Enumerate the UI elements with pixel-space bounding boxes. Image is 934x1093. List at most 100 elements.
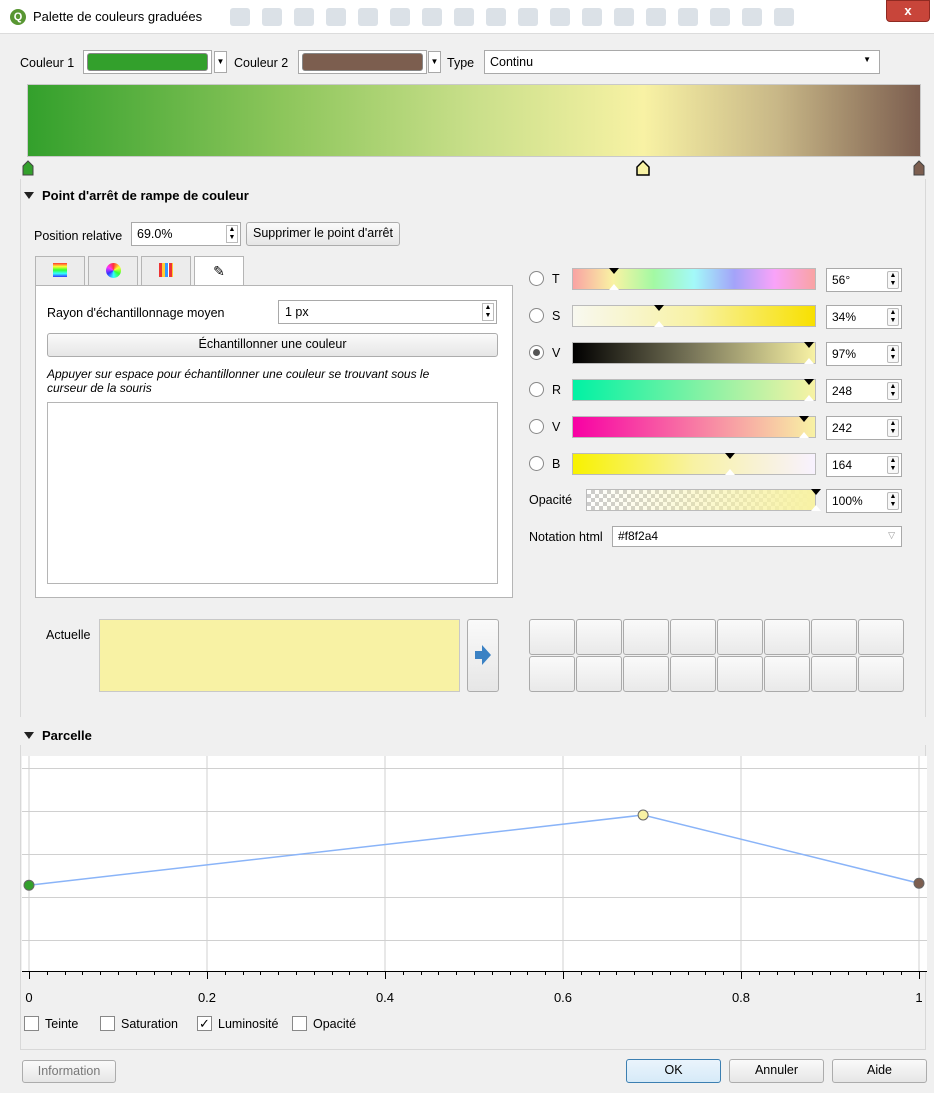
tab-picker[interactable]: ✎ — [194, 256, 244, 287]
html-notation-field[interactable]: #f8f2a4 ▽ — [612, 526, 902, 547]
color2-dropdown[interactable]: ▼ — [428, 51, 441, 73]
plot-area[interactable] — [22, 756, 927, 971]
x-minor-tick — [242, 971, 244, 975]
channel-spinbox[interactable]: 97% ▲ ▼ — [826, 342, 902, 366]
swatch-cell[interactable] — [529, 656, 575, 692]
color1-dropdown[interactable]: ▼ — [214, 51, 227, 73]
spin-arrows-icon[interactable]: ▲ ▼ — [887, 271, 899, 289]
plot-point[interactable] — [637, 809, 649, 821]
tab-wheel[interactable] — [88, 256, 138, 286]
swatch-cell[interactable] — [576, 656, 622, 692]
channel-slider[interactable] — [572, 342, 816, 364]
swatch-cell[interactable] — [670, 619, 716, 655]
tab-ramp[interactable] — [35, 256, 85, 286]
opacity-label: Opacité — [529, 493, 573, 507]
spin-arrows-icon[interactable]: ▲ ▼ — [887, 345, 899, 363]
x-minor-tick — [491, 971, 493, 975]
spin-arrows-icon[interactable]: ▲ ▼ — [482, 303, 494, 321]
x-minor-tick — [135, 971, 137, 975]
plot-checkbox[interactable] — [100, 1016, 115, 1031]
spin-arrows-icon[interactable]: ▲ ▼ — [887, 419, 899, 437]
sampler-hint: Appuyer sur espace pour échantillonner u… — [47, 367, 430, 395]
swatch-cell[interactable] — [717, 619, 763, 655]
spin-arrows-icon[interactable]: ▲ ▼ — [887, 382, 899, 400]
channel-spinbox[interactable]: 56° ▲ ▼ — [826, 268, 902, 292]
color1-button[interactable] — [83, 50, 212, 74]
swatch-cell[interactable] — [764, 619, 810, 655]
channel-marker[interactable] — [804, 342, 814, 348]
plot-section-header[interactable]: Parcelle — [24, 728, 92, 743]
position-spinbox[interactable]: 69.0% ▲ ▼ — [131, 222, 241, 246]
apply-color-button[interactable] — [467, 619, 499, 692]
channel-slider[interactable] — [572, 453, 816, 475]
channel-radio[interactable] — [529, 308, 544, 323]
channel-slider[interactable] — [572, 268, 816, 290]
x-tick-label: 0 — [25, 990, 33, 1005]
x-minor-tick — [580, 971, 582, 975]
plot-point[interactable] — [913, 877, 925, 889]
color2-swatch — [302, 53, 423, 71]
plot-checkbox[interactable]: ✓ — [197, 1016, 212, 1031]
channel-marker-bottom — [804, 395, 814, 401]
ok-button[interactable]: OK — [626, 1059, 721, 1083]
channel-slider[interactable] — [572, 305, 816, 327]
channel-radio[interactable] — [529, 419, 544, 434]
gradient-preview[interactable] — [27, 84, 921, 157]
channel-spinbox[interactable]: 34% ▲ ▼ — [826, 305, 902, 329]
information-button[interactable]: Information — [22, 1060, 116, 1083]
color2-button[interactable] — [298, 50, 427, 74]
channel-marker[interactable] — [799, 416, 809, 422]
channel-marker[interactable] — [804, 379, 814, 385]
plot-checkbox[interactable] — [292, 1016, 307, 1031]
channel-label: R — [552, 383, 562, 397]
spin-arrows-icon[interactable]: ▲ ▼ — [226, 225, 238, 243]
channel-radio[interactable] — [529, 382, 544, 397]
help-button[interactable]: Aide — [832, 1059, 927, 1083]
channel-radio[interactable] — [529, 345, 544, 360]
opacity-marker[interactable] — [811, 489, 821, 495]
html-label: Notation html — [529, 530, 603, 544]
radius-spinbox[interactable]: 1 px ▲ ▼ — [278, 300, 497, 324]
swatch-cell[interactable] — [623, 656, 669, 692]
delete-stop-button[interactable]: Supprimer le point d'arrêt — [246, 222, 400, 246]
channel-radio[interactable] — [529, 271, 544, 286]
swatch-cell[interactable] — [576, 619, 622, 655]
channel-slider[interactable] — [572, 416, 816, 438]
channel-spinbox[interactable]: 242 ▲ ▼ — [826, 416, 902, 440]
close-button[interactable]: x — [886, 0, 930, 22]
swatch-cell[interactable] — [670, 656, 716, 692]
swatch-cell[interactable] — [717, 656, 763, 692]
ramp-stops[interactable] — [20, 158, 930, 178]
position-value: 69.0% — [137, 227, 173, 241]
plot-checkbox[interactable] — [24, 1016, 39, 1031]
spin-arrows-icon[interactable]: ▲ ▼ — [887, 456, 899, 474]
channel-spinbox[interactable]: 248 ▲ ▼ — [826, 379, 902, 403]
plot-svg[interactable] — [22, 756, 927, 971]
chevron-down-icon: ▼ — [863, 55, 871, 64]
sample-color-button[interactable]: Échantillonner une couleur — [47, 333, 498, 357]
opacity-spinbox[interactable]: 100% ▲ ▼ — [826, 489, 902, 513]
channel-marker[interactable] — [725, 453, 735, 459]
type-select[interactable]: Continu ▼ — [484, 50, 880, 74]
plot-point[interactable] — [23, 879, 35, 891]
opacity-slider[interactable] — [586, 489, 821, 511]
swatch-cell[interactable] — [811, 656, 857, 692]
swatch-cell[interactable] — [811, 619, 857, 655]
channel-spinbox[interactable]: 164 ▲ ▼ — [826, 453, 902, 477]
chevron-down-icon[interactable]: ▽ — [888, 530, 895, 541]
swatch-cell[interactable] — [858, 619, 904, 655]
channel-radio[interactable] — [529, 456, 544, 471]
swatch-cell[interactable] — [623, 619, 669, 655]
channel-marker[interactable] — [609, 268, 619, 274]
spin-arrows-icon[interactable]: ▲ ▼ — [887, 492, 899, 510]
cancel-button[interactable]: Annuler — [729, 1059, 824, 1083]
swatch-cell[interactable] — [858, 656, 904, 692]
channel-slider[interactable] — [572, 379, 816, 401]
tab-swatches[interactable] — [141, 256, 191, 286]
swatch-cell[interactable] — [529, 619, 575, 655]
x-minor-tick — [776, 971, 778, 975]
spin-arrows-icon[interactable]: ▲ ▼ — [887, 308, 899, 326]
sample-preview-area — [47, 402, 498, 584]
channel-marker[interactable] — [654, 305, 664, 311]
swatch-cell[interactable] — [764, 656, 810, 692]
